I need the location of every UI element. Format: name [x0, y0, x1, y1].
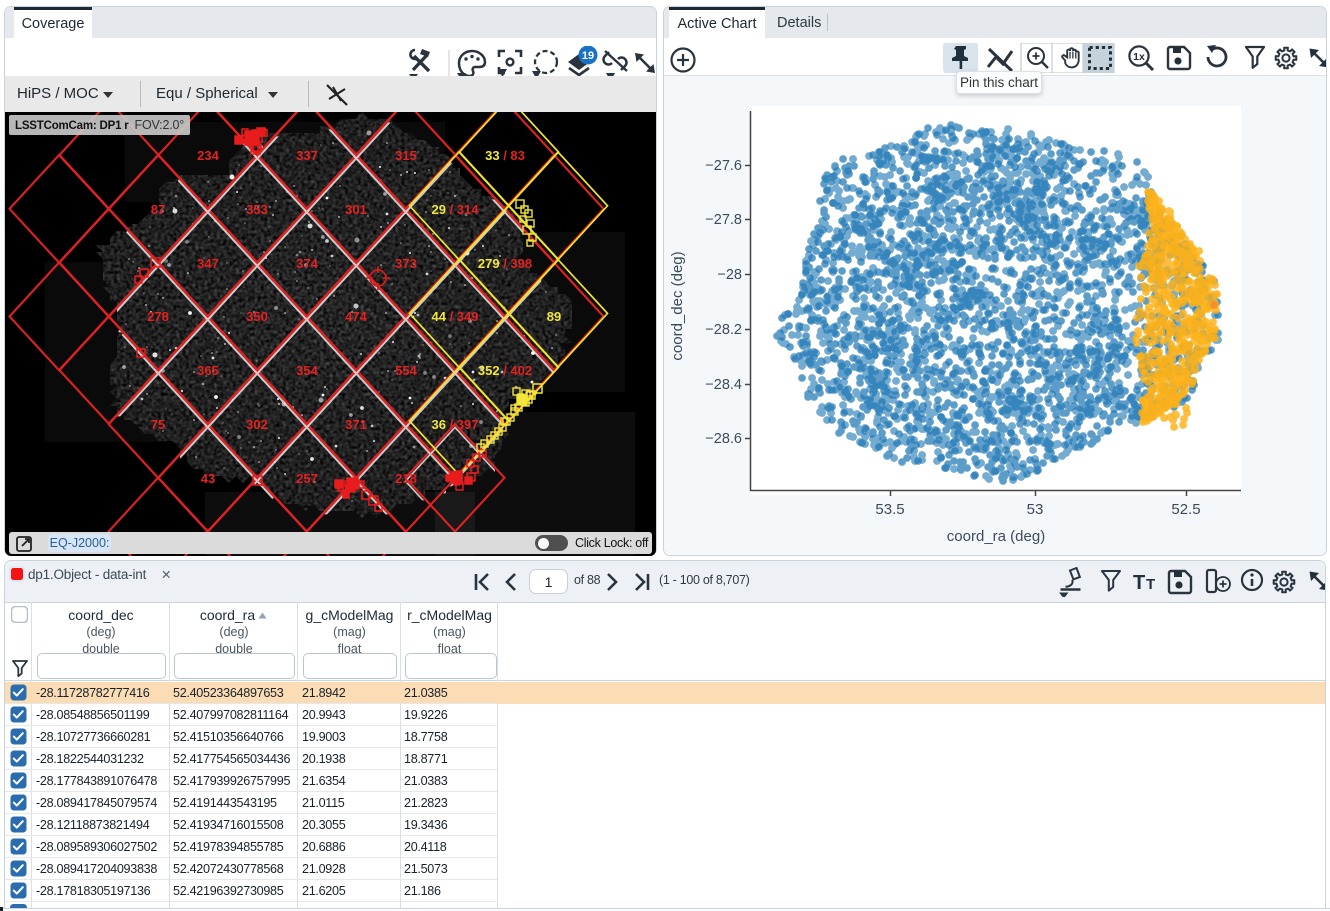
svg-text:52.5: 52.5: [1171, 501, 1200, 518]
svg-text:374: 374: [296, 256, 318, 271]
svg-text:53: 53: [1027, 501, 1044, 518]
svg-text:1x: 1x: [1133, 51, 1145, 63]
svg-text:257: 257: [296, 471, 318, 486]
svg-text:43: 43: [201, 471, 215, 486]
svg-text:−28.6: −28.6: [705, 431, 742, 447]
svg-text:44 / 349: 44 / 349: [432, 309, 479, 324]
svg-text:302: 302: [246, 417, 268, 432]
svg-text:554: 554: [395, 363, 417, 378]
svg-text:53.5: 53.5: [875, 501, 904, 518]
svg-text:75: 75: [151, 417, 165, 432]
svg-text:337: 337: [296, 148, 318, 163]
svg-text:89: 89: [547, 309, 561, 324]
svg-text:−28: −28: [717, 267, 742, 283]
svg-text:T: T: [1146, 576, 1155, 593]
svg-text:−27.6: −27.6: [705, 158, 742, 174]
svg-text:354: 354: [296, 363, 318, 378]
svg-text:coord_dec (deg): coord_dec (deg): [669, 251, 686, 360]
svg-text:371: 371: [345, 417, 367, 432]
svg-text:33 / 83: 33 / 83: [485, 148, 525, 163]
svg-text:−28.4: −28.4: [705, 377, 742, 393]
svg-text:36 / 397: 36 / 397: [432, 417, 479, 432]
svg-text:29 / 314: 29 / 314: [432, 202, 480, 217]
svg-text:373: 373: [395, 256, 417, 271]
svg-text:365: 365: [197, 363, 219, 378]
svg-text:234: 234: [197, 148, 219, 163]
svg-text:278: 278: [147, 309, 169, 324]
svg-text:coord_ra (deg): coord_ra (deg): [947, 528, 1045, 545]
svg-text:19: 19: [582, 50, 594, 62]
svg-text:279 / 398: 279 / 398: [478, 256, 532, 271]
svg-text:87: 87: [151, 202, 165, 217]
svg-text:−28.2: −28.2: [705, 322, 742, 338]
svg-text:315: 315: [395, 148, 417, 163]
svg-text:−27.8: −27.8: [705, 212, 742, 228]
svg-text:474: 474: [345, 309, 367, 324]
svg-text:347: 347: [197, 256, 219, 271]
svg-text:T: T: [1133, 572, 1145, 594]
svg-text:352 / 402: 352 / 402: [478, 363, 532, 378]
svg-text:218: 218: [395, 471, 417, 486]
svg-text:353: 353: [246, 202, 268, 217]
svg-text:301: 301: [345, 202, 367, 217]
svg-text:350: 350: [246, 309, 268, 324]
